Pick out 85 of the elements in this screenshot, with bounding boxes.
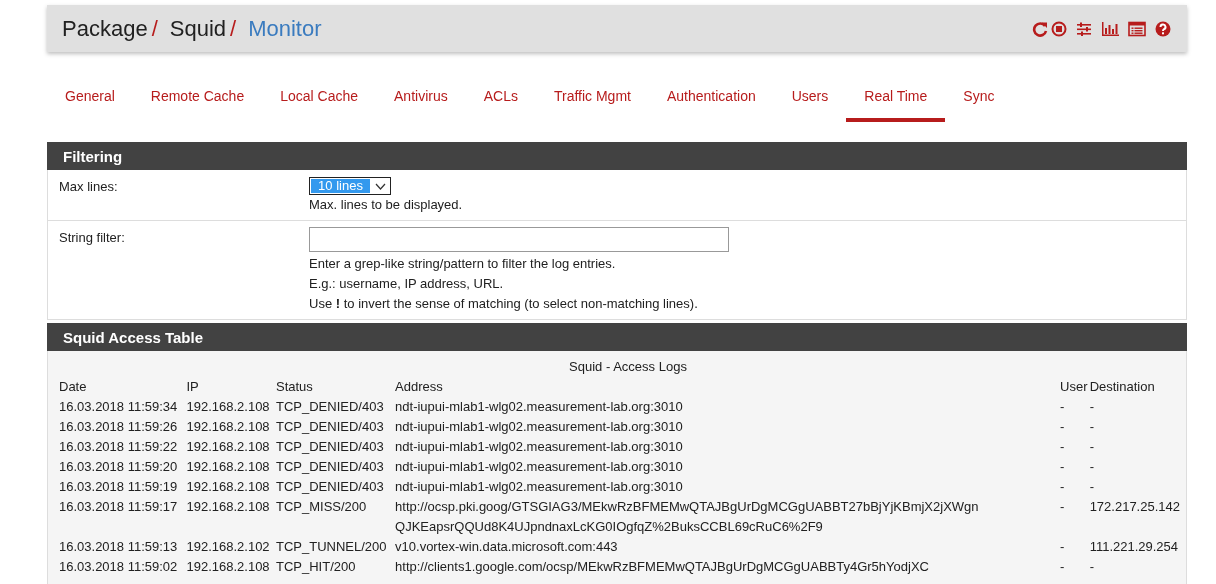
column-header: IP bbox=[186, 377, 276, 397]
input-field[interactable] bbox=[309, 227, 729, 252]
column-header: Date bbox=[59, 378, 88, 396]
help-text: Max. lines to be displayed. bbox=[309, 196, 463, 214]
chevron-down-icon bbox=[375, 182, 386, 190]
table-cell: - bbox=[1060, 437, 1090, 457]
tab[interactable]: Remote Cache bbox=[132, 85, 263, 119]
table-cell: 192.168.2.108 bbox=[186, 417, 276, 437]
log-icon[interactable] bbox=[1128, 20, 1146, 37]
table-cell: - bbox=[1060, 477, 1090, 497]
table-cell-text: - bbox=[1089, 418, 1095, 436]
tab[interactable]: Authentication bbox=[648, 85, 774, 119]
table-cell: v10.vortex-win.data.microsoft.com:443 bbox=[395, 537, 1061, 557]
table-cell: TCP_DENIED/403 bbox=[276, 457, 396, 477]
table-cell: ndt-iupui-mlab1-wlg02.measurement-lab.org:3010 bbox=[395, 477, 1061, 497]
column-header: Status bbox=[276, 377, 396, 397]
table-cell: - bbox=[1060, 457, 1090, 477]
table-cell-text: 16.03.2018 11:59:26 bbox=[59, 418, 179, 436]
column-header: Address bbox=[395, 378, 444, 396]
breadcrumb-link[interactable]: Package bbox=[62, 15, 148, 42]
table-cell: 192.168.2.108 bbox=[186, 437, 276, 457]
tab[interactable]: Antivirus bbox=[376, 85, 466, 119]
help-icon[interactable] bbox=[1155, 20, 1171, 37]
help-text: Use ! to invert the sense of matching (to select non-matching lines). bbox=[309, 295, 699, 313]
table-cell: 192.168.2.108 bbox=[186, 557, 276, 577]
table-cell-text: 172.217.25.142 bbox=[1089, 498, 1181, 516]
breadcrumb-separator: / bbox=[230, 15, 237, 42]
tab[interactable]: Local Cache bbox=[262, 85, 377, 119]
table-cell-text: - bbox=[1089, 458, 1095, 476]
table-cell: ndt-iupui-mlab1-wlg02.measurement-lab.org:3010 bbox=[395, 397, 1061, 417]
table-cell: TCP_TUNNEL/200 bbox=[276, 537, 396, 557]
table-cell: - bbox=[1060, 497, 1090, 537]
table-cell: - bbox=[1060, 397, 1090, 417]
table-cell-text: - bbox=[1089, 478, 1095, 496]
table-cell: TCP_DENIED/403 bbox=[276, 437, 396, 457]
column-header: User bbox=[1060, 377, 1090, 397]
table-cell: 192.168.2.102 bbox=[186, 537, 276, 557]
table-cell-text: 16.03.2018 11:59:20 bbox=[59, 458, 179, 476]
table-cell: ndt-iupui-mlab1-wlg02.measurement-lab.org:3010 bbox=[395, 457, 1061, 477]
field-label: Max lines: bbox=[58, 178, 119, 196]
help-text: E.g.: username, IP address, URL. bbox=[309, 275, 505, 293]
tab[interactable]: General bbox=[47, 85, 133, 119]
panel-title: Filtering bbox=[47, 142, 1187, 170]
table-cell: TCP_MISS/200 bbox=[276, 497, 396, 537]
stop-icon[interactable] bbox=[1051, 20, 1067, 37]
table-cell: 192.168.2.108 bbox=[186, 457, 276, 477]
table-cell-text: 16.03.2018 11:59:02 bbox=[59, 558, 179, 576]
table-cell: TCP_DENIED/403 bbox=[276, 417, 396, 437]
table-cell: ndt-iupui-mlab1-wlg02.measurement-lab.org:3010 bbox=[395, 437, 1061, 457]
table-cell-text: 16.03.2018 11:59:34 bbox=[59, 398, 179, 416]
tab[interactable]: Traffic Mgmt bbox=[535, 85, 649, 119]
column-header: Destination bbox=[1089, 378, 1156, 396]
table-cell-text: - bbox=[1089, 438, 1095, 456]
table-cell: http://clients1.google.com/ocsp/MEkwRzBFMEMwQTAJBgUrDgMCGgUABBTy4Gr5hYodjXC bbox=[395, 557, 1061, 577]
table-cell-text: 16.03.2018 11:59:19 bbox=[59, 478, 179, 496]
breadcrumb-separator: / bbox=[151, 15, 158, 42]
table-cell: TCP_HIT/200 bbox=[276, 557, 396, 577]
table-cell-text: 16.03.2018 11:59:17 bbox=[59, 498, 179, 516]
table-caption: Squid - Access Logs bbox=[568, 358, 688, 376]
table-cell: 192.168.2.108 bbox=[186, 397, 276, 417]
table-cell: TCP_DENIED/403 bbox=[276, 397, 396, 417]
tab[interactable]: Users bbox=[773, 85, 847, 119]
refresh-icon[interactable] bbox=[1032, 20, 1048, 37]
table-cell: TCP_DENIED/403 bbox=[276, 477, 396, 497]
table-cell-text: 16.03.2018 11:59:22 bbox=[59, 438, 179, 456]
table-cell-text: 111.221.29.254 bbox=[1089, 538, 1180, 556]
tab[interactable]: ACLs bbox=[465, 85, 536, 119]
panel-title: Squid Access Table bbox=[47, 323, 1187, 351]
table-cell-text: - bbox=[1089, 398, 1095, 416]
breadcrumb-link[interactable]: Squid bbox=[169, 15, 227, 42]
table-cell: - bbox=[1060, 557, 1090, 577]
table-cell: 192.168.2.108 bbox=[186, 477, 276, 497]
help-text: Enter a grep-like string/pattern to filter the log entries. bbox=[309, 255, 617, 273]
bar-chart-icon[interactable] bbox=[1101, 20, 1119, 37]
table-cell: ndt-iupui-mlab1-wlg02.measurement-lab.org:3010 bbox=[395, 417, 1061, 437]
table-cell: - bbox=[1060, 417, 1090, 437]
breadcrumb-current: Monitor bbox=[248, 15, 322, 42]
tab[interactable]: Sync bbox=[945, 85, 1013, 119]
tab[interactable]: Real Time bbox=[846, 85, 946, 122]
table-cell-text: 16.03.2018 11:59:13 bbox=[59, 538, 179, 556]
sliders-icon[interactable] bbox=[1076, 20, 1092, 37]
table-cell-text: - bbox=[1089, 558, 1095, 576]
table-cell: - bbox=[1060, 537, 1090, 557]
table-cell: 192.168.2.108 bbox=[186, 497, 276, 537]
field-label: String filter: bbox=[58, 229, 126, 247]
